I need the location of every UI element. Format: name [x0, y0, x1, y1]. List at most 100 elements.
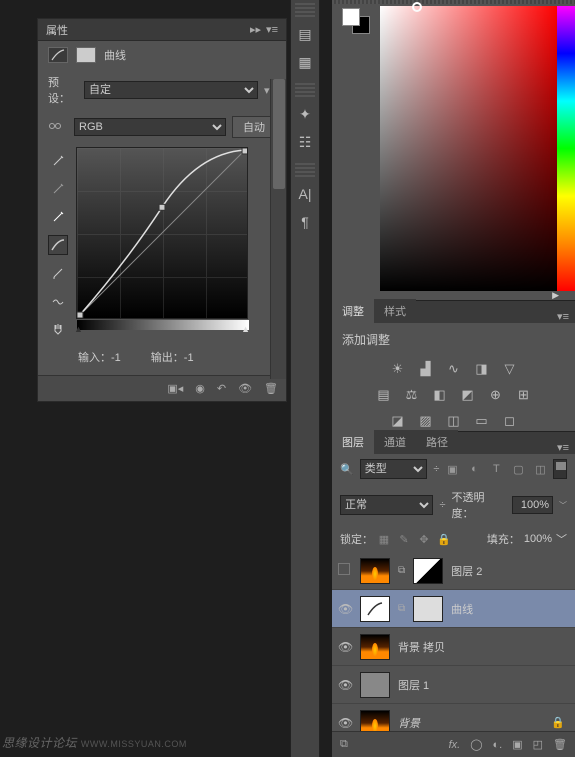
visibility-toggle[interactable] [338, 563, 352, 578]
layer-name[interactable]: 背景 拷贝 [398, 639, 569, 655]
delete-layer-icon[interactable]: 🗑 [553, 738, 567, 751]
filter-shape-icon[interactable]: ▢ [511, 463, 525, 476]
dock-grabber-2[interactable] [295, 83, 315, 97]
layer-row[interactable]: ⧉图层 2 [332, 552, 575, 590]
fill-value[interactable]: 100% [524, 533, 552, 545]
eyedropper-white-icon[interactable] [48, 207, 68, 227]
scrollbar[interactable] [270, 79, 286, 379]
tab-layers[interactable]: 图层 [332, 430, 374, 454]
scrollbar-thumb[interactable] [273, 79, 285, 189]
filter-search-icon[interactable]: 🔍 [340, 463, 354, 476]
threshold-icon[interactable]: ◫ [445, 412, 463, 430]
layer-thumb[interactable] [360, 672, 390, 698]
filter-smart-icon[interactable]: ◫ [533, 463, 547, 476]
dock-grabber-3[interactable] [295, 163, 315, 177]
lock-pixels-icon[interactable]: ✎ [397, 533, 411, 546]
gradient-map-icon[interactable]: ▭ [473, 412, 491, 430]
reset-icon[interactable]: ↶ [217, 382, 226, 395]
color-cursor[interactable] [412, 2, 422, 12]
posterize-icon[interactable]: ▨ [417, 412, 435, 430]
fg-bg-swatches[interactable] [342, 8, 370, 34]
layers-menu-icon[interactable]: ▾≡ [551, 441, 575, 454]
bw-icon[interactable]: ◧ [431, 386, 449, 404]
color-panel-grabber[interactable] [332, 0, 575, 4]
swatches-dock-icon[interactable]: ☷ [294, 131, 316, 153]
new-group-icon[interactable]: ▣ [512, 738, 522, 751]
filter-kind-select[interactable]: 类型 [360, 459, 428, 479]
visibility-toggle[interactable]: 👁 [338, 640, 352, 654]
adjustments-menu-icon[interactable]: ▾≡ [551, 310, 575, 323]
curves-graph[interactable]: ▲ ▲ [76, 147, 248, 319]
link-icon[interactable]: ⧉ [398, 603, 405, 614]
dock-grabber[interactable] [295, 3, 315, 17]
character-icon[interactable]: A| [294, 183, 316, 205]
layer-row[interactable]: 👁 ⧉ 曲线 [332, 590, 575, 628]
layer-thumb[interactable] [360, 634, 390, 660]
layer-name[interactable]: 背景 [398, 715, 543, 731]
mask-thumb[interactable] [413, 558, 443, 584]
white-slider-icon[interactable]: ▲ [241, 324, 250, 334]
tab-adjustments[interactable]: 调整 [332, 299, 374, 323]
brightness-icon[interactable]: ☀ [389, 360, 407, 378]
selective-color-icon[interactable]: ◻ [501, 412, 519, 430]
curves-adj-icon[interactable]: ∿ [445, 360, 463, 378]
layer-name[interactable]: 曲线 [451, 601, 569, 617]
link-layers-icon[interactable]: ⧉ [340, 738, 348, 751]
visibility-toggle[interactable]: 👁 [338, 716, 352, 730]
lock-position-icon[interactable]: ✥ [417, 533, 431, 546]
hand-clip-icon[interactable] [48, 319, 68, 339]
filter-pixel-icon[interactable]: ▣ [445, 463, 459, 476]
history-icon[interactable]: ▤ [294, 23, 316, 45]
pencil-curve-tool-icon[interactable] [48, 263, 68, 283]
black-slider-icon[interactable]: ▲ [74, 324, 83, 334]
opacity-chevron-icon[interactable]: ﹀ [559, 500, 567, 511]
view-previous-icon[interactable]: ◉ [195, 382, 205, 395]
layer-row[interactable]: 👁 背景 拷贝 [332, 628, 575, 666]
new-adjustment-icon[interactable]: ◐. [493, 739, 503, 751]
channel-select[interactable]: RGB [74, 118, 226, 136]
eyedropper-gray-icon[interactable] [48, 179, 68, 199]
brushes-icon[interactable]: ✦ [294, 103, 316, 125]
add-mask-icon[interactable]: ◯ [470, 738, 482, 751]
paragraph-icon[interactable]: ¶ [294, 211, 316, 233]
hue-strip[interactable] [557, 6, 575, 291]
lock-all-icon[interactable]: 🔒 [437, 533, 451, 546]
link-icon[interactable]: ⧉ [398, 565, 405, 576]
color-field[interactable] [380, 6, 558, 291]
vibrance-icon[interactable]: ▽ [501, 360, 519, 378]
panel-menu-icon[interactable]: ▾≡ [266, 23, 278, 36]
properties-header[interactable]: 属性 ▸▸ ▾≡ [38, 19, 286, 41]
tab-styles[interactable]: 样式 [374, 299, 416, 323]
color-balance-icon[interactable]: ⚖ [403, 386, 421, 404]
fx-icon[interactable]: fx. [449, 739, 461, 751]
visibility-toggle[interactable]: 👁 [338, 602, 352, 616]
eyedropper-black-icon[interactable] [48, 151, 68, 171]
panel-collapse-icon[interactable]: ▸▸ [250, 23, 261, 36]
visibility-toggle[interactable]: 👁 [338, 678, 352, 692]
layer-name[interactable]: 图层 1 [398, 677, 569, 693]
layer-row[interactable]: 👁背景🔒 [332, 704, 575, 734]
tab-paths[interactable]: 路径 [416, 430, 458, 454]
delete-icon[interactable]: 🗑 [264, 382, 278, 395]
channel-mixer-icon[interactable]: ⊕ [487, 386, 505, 404]
filter-toggle[interactable] [553, 459, 567, 479]
filter-adjust-icon[interactable]: ◐ [467, 463, 481, 476]
channel-link-icon[interactable] [48, 119, 68, 136]
lock-transparency-icon[interactable]: ▦ [377, 533, 391, 546]
blend-mode-select[interactable]: 正常 [340, 495, 433, 515]
smooth-tool-icon[interactable] [48, 291, 68, 311]
new-layer-icon[interactable]: ◰ [533, 738, 543, 751]
mask-thumb[interactable] [413, 596, 443, 622]
opacity-value[interactable]: 100% [512, 496, 553, 514]
foreground-swatch[interactable] [342, 8, 360, 26]
fill-chevron-icon[interactable]: ﹀ [556, 531, 567, 547]
layer-thumb[interactable] [360, 558, 390, 584]
invert-icon[interactable]: ◪ [389, 412, 407, 430]
exposure-icon[interactable]: ◨ [473, 360, 491, 378]
point-curve-tool-icon[interactable] [48, 235, 68, 255]
preset-select[interactable]: 自定 [84, 81, 258, 99]
layer-row[interactable]: 👁 图层 1 [332, 666, 575, 704]
clip-to-layer-icon[interactable]: ▣◂ [167, 382, 183, 395]
filter-type-icon[interactable]: T [489, 463, 503, 476]
levels-icon[interactable]: ▟ [417, 360, 435, 378]
